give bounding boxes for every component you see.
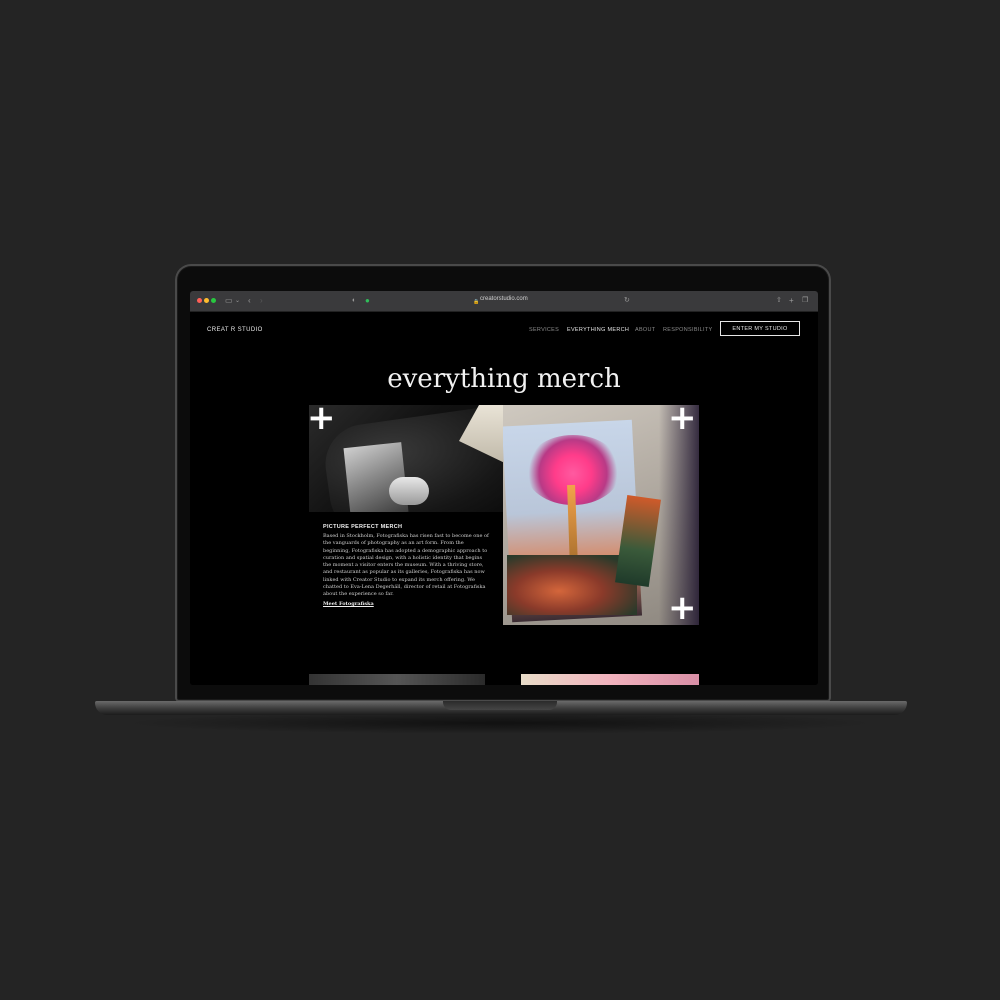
story-card: PICTURE PERFECT MERCH Based in Stockholm…: [309, 512, 503, 625]
site-logo[interactable]: CREAT R STUDIO: [207, 327, 263, 333]
page-title: everything merch: [387, 364, 621, 394]
story-card-body: Based in Stockholm, Fotografiska has ris…: [323, 533, 489, 598]
nav-link-about[interactable]: ABOUT: [635, 327, 655, 333]
photo-detail-hand: [389, 477, 429, 505]
browser-toolbar: ▭ ⌄ ‹ › ◐ ● 🔒 creatorstudio.com ↻ ⇧ + ❐: [190, 291, 818, 312]
sidebar-toggle-icon[interactable]: ▭: [225, 295, 233, 307]
reload-icon[interactable]: ↻: [624, 295, 630, 307]
chevron-down-icon[interactable]: ⌄: [235, 295, 240, 307]
close-window-button[interactable]: [197, 298, 202, 303]
merch-photo-black-tee: [309, 405, 503, 512]
lock-icon: 🔒: [473, 299, 480, 305]
plus-icon: +: [668, 398, 697, 438]
next-story-thumbnail[interactable]: [521, 674, 699, 685]
meet-fotografiska-link[interactable]: Meet Fotografiska: [323, 601, 374, 607]
minimize-window-button[interactable]: [204, 298, 209, 303]
forward-icon[interactable]: ›: [260, 295, 263, 307]
new-tab-icon[interactable]: +: [789, 295, 794, 307]
extension-icon[interactable]: ●: [365, 295, 370, 307]
address-bar[interactable]: creatorstudio.com: [480, 296, 528, 302]
privacy-shield-icon[interactable]: ◐: [352, 295, 356, 307]
nav-link-responsibility[interactable]: RESPONSIBILITY: [663, 327, 712, 333]
next-story-thumbnail[interactable]: [309, 674, 485, 685]
nav-link-everything-merch[interactable]: EVERYTHING MERCH: [567, 327, 629, 333]
enter-my-studio-button[interactable]: ENTER MY STUDIO: [720, 321, 800, 336]
plus-icon: +: [307, 398, 336, 438]
nav-link-services[interactable]: SERVICES: [529, 327, 559, 333]
laptop-shadow: [120, 712, 880, 734]
laptop-notch: [443, 701, 557, 710]
website: CREAT R STUDIO SERVICES EVERYTHING MERCH…: [190, 312, 818, 685]
share-icon[interactable]: ⇧: [776, 295, 782, 307]
back-icon[interactable]: ‹: [248, 295, 251, 307]
plus-icon: +: [668, 588, 697, 628]
story-card-title: PICTURE PERFECT MERCH: [323, 524, 403, 530]
laptop-screen: ▭ ⌄ ‹ › ◐ ● 🔒 creatorstudio.com ↻ ⇧ + ❐ …: [190, 291, 818, 685]
maximize-window-button[interactable]: [211, 298, 216, 303]
tab-overview-icon[interactable]: ❐: [802, 295, 808, 307]
